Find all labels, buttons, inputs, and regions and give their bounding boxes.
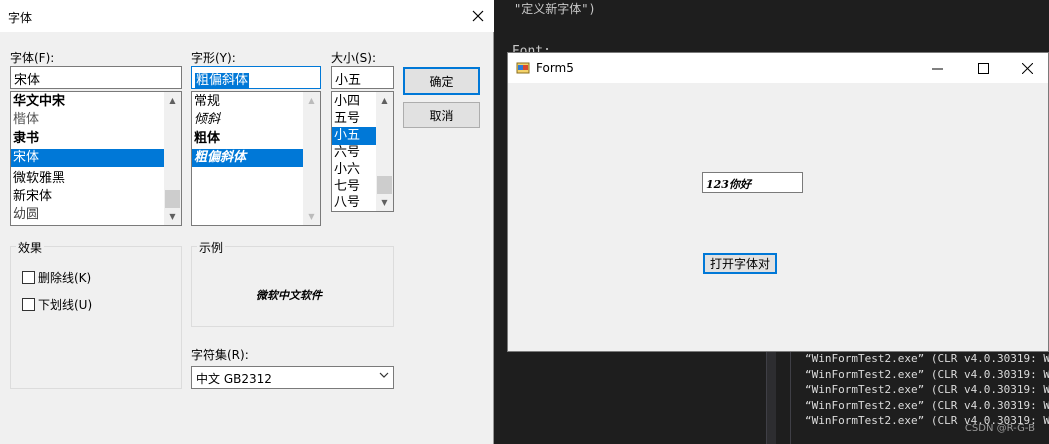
font-list[interactable]: 华文中宋 楷体 隶书 宋体 微软雅黑 新宋体 幼圆 ▲ ▼ (10, 91, 182, 226)
style-input[interactable]: 粗偏斜体 (191, 66, 321, 89)
font-label: 字体(F): (10, 51, 55, 65)
list-item[interactable]: 小六 (332, 161, 376, 179)
scroll-up-icon[interactable]: ▲ (164, 92, 181, 109)
size-list[interactable]: 小四 五号 小五 六号 小六 七号 八号 ▲ ▼ (331, 91, 394, 212)
charset-combo[interactable]: 中文 GB2312 (191, 366, 394, 389)
form5-window: Form5 123你好 打开字体对 (507, 52, 1049, 352)
list-item[interactable]: 幼圆 (11, 206, 164, 224)
output-line: “WinFormTest2.exe” (CLR v4.0.30319: WinF (805, 383, 1049, 396)
ide-panel-separator (766, 352, 776, 444)
scroll-up-icon[interactable]: ▲ (303, 92, 320, 109)
strikeout-checkbox[interactable] (22, 271, 35, 284)
output-panel: “WinFormTest2.exe” (CLR v4.0.30319: WinF… (790, 352, 1049, 444)
effects-label: 效果 (16, 239, 45, 256)
list-item[interactable]: 小四 (332, 93, 376, 111)
list-item[interactable]: 新宋体 (11, 188, 164, 206)
chevron-down-icon (379, 370, 389, 383)
underline-label[interactable]: 下划线(U) (38, 296, 92, 313)
list-item[interactable]: 华文中宋 (11, 93, 164, 111)
style-list[interactable]: 常规 倾斜 粗体 粗偏斜体 ▲ ▼ (191, 91, 321, 226)
list-item[interactable]: 粗体 (192, 130, 303, 148)
list-item-selected[interactable]: 宋体 (11, 149, 164, 167)
style-list-scrollbar[interactable]: ▲ ▼ (303, 92, 320, 225)
scroll-down-icon[interactable]: ▼ (303, 208, 320, 225)
scroll-down-icon[interactable]: ▼ (164, 208, 181, 225)
strikeout-label[interactable]: 删除线(K) (38, 269, 91, 286)
effects-group (10, 246, 182, 389)
maximize-icon (977, 62, 989, 74)
close-icon (1021, 62, 1033, 74)
form5-title: Form5 (536, 61, 574, 75)
list-item[interactable]: 八号 (332, 194, 376, 211)
list-item[interactable]: 倾斜 (192, 111, 303, 129)
charset-label: 字符集(R): (191, 348, 249, 362)
cancel-button[interactable]: 取消 (403, 102, 480, 128)
style-input-selection: 粗偏斜体 (195, 73, 250, 88)
sample-label: 示例 (197, 239, 226, 256)
scroll-thumb[interactable] (165, 190, 180, 208)
list-item[interactable]: 五号 (332, 110, 376, 128)
underline-checkbox[interactable] (22, 298, 35, 311)
form5-textbox[interactable]: 123你好 (702, 172, 803, 193)
code-line-top: "定义新字体") (514, 2, 596, 16)
dialog-title: 字体 (8, 11, 33, 25)
watermark: CSDN @R-G-B (964, 423, 1035, 434)
size-label: 大小(S): (331, 51, 377, 65)
output-line: “WinFormTest2.exe” (CLR v4.0.30319: WinF (805, 352, 1049, 365)
list-item-selected[interactable]: 粗偏斜体 (192, 149, 303, 167)
open-font-dialog-button[interactable]: 打开字体对 (703, 253, 777, 274)
list-item[interactable]: 隶书 (11, 130, 164, 148)
list-item-selected[interactable]: 小五 (332, 127, 376, 145)
list-item[interactable]: 楷体 (11, 111, 164, 129)
form5-title-bar: Form5 (508, 53, 1048, 83)
list-item[interactable]: 微软雅黑 (11, 170, 164, 188)
maximize-button[interactable] (960, 53, 1006, 83)
scroll-thumb[interactable] (377, 176, 392, 194)
app-icon (516, 62, 530, 74)
output-line: “WinFormTest2.exe” (CLR v4.0.30319: WinF (805, 368, 1049, 381)
close-button[interactable] (462, 0, 494, 32)
scroll-down-icon[interactable]: ▼ (376, 194, 393, 211)
minimize-icon (931, 68, 943, 69)
scroll-up-icon[interactable]: ▲ (376, 92, 393, 109)
form5-close-button[interactable] (1004, 53, 1049, 83)
dialog-title-bar: 字体 (0, 0, 494, 32)
font-list-scrollbar[interactable]: ▲ ▼ (164, 92, 181, 225)
font-input[interactable]: 宋体 (10, 66, 182, 89)
size-list-scrollbar[interactable]: ▲ ▼ (376, 92, 393, 211)
ok-button[interactable]: 确定 (403, 67, 480, 95)
sample-text: 微软中文软件 (256, 289, 322, 302)
list-item[interactable]: 常规 (192, 93, 303, 111)
output-line: “WinFormTest2.exe” (CLR v4.0.30319: WinF (805, 399, 1049, 412)
font-dialog: 字体 字体(F): 宋体 华文中宋 楷体 隶书 宋体 微软雅黑 新宋体 幼圆 ▲… (0, 0, 494, 444)
close-icon (472, 10, 484, 22)
list-item[interactable]: 六号 (332, 144, 376, 162)
charset-value: 中文 GB2312 (196, 372, 272, 386)
style-label: 字形(Y): (191, 51, 236, 65)
size-input[interactable]: 小五 (331, 66, 394, 89)
minimize-button[interactable] (914, 53, 960, 83)
